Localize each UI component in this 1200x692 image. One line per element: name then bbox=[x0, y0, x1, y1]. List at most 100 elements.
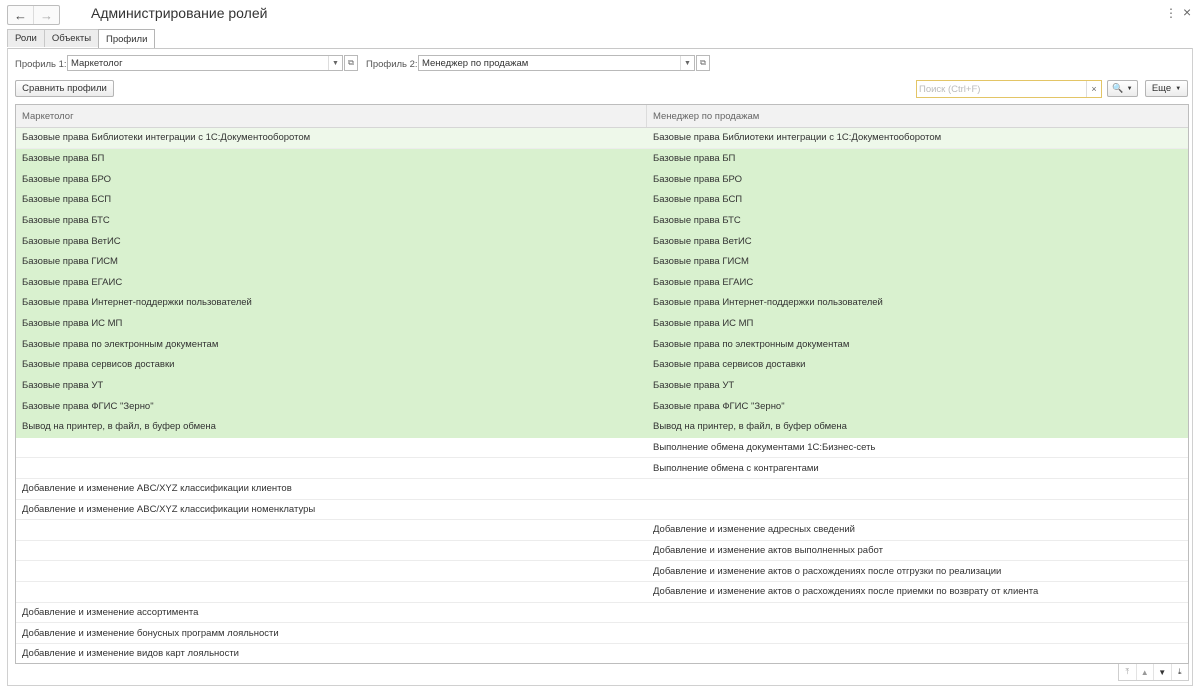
search-button[interactable]: 🔍 ▼ bbox=[1107, 80, 1138, 97]
profile2-label: Профиль 2: bbox=[366, 59, 418, 70]
cell-profile1 bbox=[16, 520, 647, 540]
cell-profile1 bbox=[16, 438, 647, 458]
cell-profile2: Выполнение обмена с контрагентами bbox=[653, 462, 819, 474]
cell-profile1: Добавление и изменение ассортимента bbox=[22, 607, 199, 619]
cell-profile1: Базовые права ГИСМ bbox=[16, 251, 647, 272]
cell-profile1: Добавление и изменение бонусных программ… bbox=[22, 627, 279, 639]
table-row[interactable]: Выполнение обмена с контрагентами bbox=[16, 458, 1188, 479]
open-window-icon[interactable]: ⧉ bbox=[696, 55, 710, 71]
go-last-icon[interactable]: ⤓ bbox=[1170, 664, 1189, 680]
clear-icon[interactable]: × bbox=[1086, 81, 1101, 97]
cell-profile2: Вывод на принтер, в файл, в буфер обмена bbox=[647, 416, 1188, 437]
tab-bar: Роли Объекты Профили bbox=[7, 29, 156, 48]
cell-profile1: Базовые права ВетИС bbox=[16, 231, 647, 251]
search-placeholder: Поиск (Ctrl+F) bbox=[919, 83, 981, 95]
table-row[interactable]: Базовые права сервисов доставки Базовые п… bbox=[16, 355, 1188, 376]
more-vertical-icon[interactable]: ⋮ bbox=[1165, 6, 1177, 20]
table-row[interactable]: Добавление и изменение ABC/XYZ классифик… bbox=[16, 500, 1188, 521]
compare-profiles-button[interactable]: Сравнить профили bbox=[15, 80, 114, 97]
chevron-down-icon[interactable]: ▼ bbox=[680, 56, 694, 70]
profiles-comparison-table: Маркетолог Менеджер по продажам Базовые … bbox=[15, 104, 1189, 664]
table-row[interactable]: Базовые права УТ Базовые права УТ bbox=[16, 375, 1188, 397]
cell-profile1: Базовые права БРО bbox=[16, 169, 647, 189]
go-up-icon[interactable]: ▲ bbox=[1135, 664, 1154, 680]
title-bar: ← → Администрирование ролей ⋮ × bbox=[0, 0, 1200, 28]
cell-profile1: Базовые права по электронным документам bbox=[16, 334, 647, 355]
profile1-select[interactable]: Маркетолог ▼ bbox=[67, 55, 343, 71]
close-icon[interactable]: × bbox=[1183, 4, 1191, 20]
search-input[interactable]: Поиск (Ctrl+F) × bbox=[916, 80, 1102, 98]
table-row[interactable]: Добавление и изменение ассортимента bbox=[16, 603, 1188, 624]
cell-profile2 bbox=[647, 603, 1188, 623]
profile2-select[interactable]: Менеджер по продажам ▼ bbox=[418, 55, 695, 71]
cell-profile2: Базовые права Библиотеки интеграции с 1С… bbox=[647, 128, 1188, 148]
cell-profile2: Базовые права ИС МП bbox=[647, 313, 1188, 334]
table-row[interactable]: Добавление и изменение ABC/XYZ классифик… bbox=[16, 479, 1188, 500]
cell-profile1: Базовые права Библиотеки интеграции с 1С… bbox=[16, 128, 647, 148]
open-window-icon[interactable]: ⧉ bbox=[344, 55, 358, 71]
table-row[interactable]: Базовые права ЕГАИС Базовые права ЕГАИС bbox=[16, 272, 1188, 294]
cell-profile1: Базовые права Интернет-поддержки пользов… bbox=[16, 293, 647, 313]
table-row[interactable]: Базовые права БРО Базовые права БРО bbox=[16, 169, 1188, 190]
cell-profile2 bbox=[647, 500, 1188, 520]
cell-profile2: Базовые права БТС bbox=[647, 210, 1188, 231]
cell-profile2: Базовые права ГИСМ bbox=[647, 251, 1188, 272]
table-row[interactable]: Базовые права ФГИС "Зерно" Базовые права … bbox=[16, 396, 1188, 417]
cell-profile1: Добавление и изменение ABC/XYZ классифик… bbox=[22, 503, 316, 515]
table-row[interactable]: Базовые права ВетИС Базовые права ВетИС bbox=[16, 231, 1188, 252]
table-row[interactable]: Вывод на принтер, в файл, в буфер обмена… bbox=[16, 416, 1188, 438]
cell-profile2: Базовые права ФГИС "Зерно" bbox=[647, 396, 1188, 416]
cell-profile1: Базовые права ИС МП bbox=[16, 313, 647, 334]
forward-arrow-icon[interactable]: → bbox=[33, 6, 59, 24]
table-row[interactable]: Базовые права Интернет-поддержки пользов… bbox=[16, 293, 1188, 314]
list-navigation: ⤒ ▲ ▼ ⤓ bbox=[1118, 664, 1189, 681]
cell-profile2: Базовые права ВетИС bbox=[647, 231, 1188, 251]
table-row[interactable]: Базовые права ИС МП Базовые права ИС МП bbox=[16, 313, 1188, 335]
tab-profiles[interactable]: Профили bbox=[98, 29, 156, 48]
tab-roles[interactable]: Роли bbox=[7, 29, 45, 47]
cell-profile2: Базовые права БП bbox=[647, 148, 1188, 169]
cell-profile2 bbox=[647, 623, 1188, 643]
cell-profile1: Базовые права БТС bbox=[16, 210, 647, 231]
table-row[interactable]: Добавление и изменение видов карт лояльн… bbox=[16, 644, 1188, 663]
cell-profile1: Базовые права сервисов доставки bbox=[16, 355, 647, 375]
table-row[interactable]: Базовые права БТС Базовые права БТС bbox=[16, 210, 1188, 232]
cell-profile1: Базовые права УТ bbox=[16, 375, 647, 396]
table-row[interactable]: Добавление и изменение актов выполненных… bbox=[16, 541, 1188, 562]
table-row[interactable]: Базовые права Библиотеки интеграции с 1С… bbox=[16, 128, 1188, 149]
cell-profile2: Добавление и изменение актов о расхожден… bbox=[653, 565, 1002, 577]
history-nav: ← → bbox=[7, 5, 60, 25]
table-row[interactable]: Добавление и изменение актов о расхожден… bbox=[16, 582, 1188, 603]
chevron-down-icon: ▼ bbox=[1126, 85, 1133, 92]
table-row[interactable]: Выполнение обмена документами 1С:Бизнес-… bbox=[16, 438, 1188, 459]
table-header: Маркетолог Менеджер по продажам bbox=[16, 105, 1188, 128]
go-first-icon[interactable]: ⤒ bbox=[1119, 664, 1136, 680]
cell-profile2: Базовые права ЕГАИС bbox=[647, 272, 1188, 293]
cell-profile2 bbox=[647, 479, 1188, 499]
back-arrow-icon[interactable]: ← bbox=[8, 6, 33, 24]
cell-profile2: Базовые права сервисов доставки bbox=[647, 355, 1188, 375]
table-row[interactable]: Базовые права по электронным документам Б… bbox=[16, 334, 1188, 356]
cell-profile2: Выполнение обмена документами 1С:Бизнес-… bbox=[653, 441, 876, 453]
profile1-label: Профиль 1: bbox=[15, 59, 67, 70]
table-row[interactable]: Добавление и изменение адресных сведений bbox=[16, 520, 1188, 541]
chevron-down-icon[interactable]: ▼ bbox=[328, 56, 342, 70]
cell-profile2: Добавление и изменение адресных сведений bbox=[653, 524, 855, 536]
cell-profile1 bbox=[16, 582, 647, 602]
page-title: Администрирование ролей bbox=[91, 5, 268, 21]
table-row[interactable]: Добавление и изменение бонусных программ… bbox=[16, 623, 1188, 645]
cell-profile1 bbox=[16, 458, 647, 478]
table-row[interactable]: Базовые права БП Базовые права БП bbox=[16, 148, 1188, 170]
tab-objects[interactable]: Объекты bbox=[43, 29, 100, 47]
table-body: Базовые права Библиотеки интеграции с 1С… bbox=[16, 128, 1188, 663]
cell-profile1: Базовые права ЕГАИС bbox=[16, 272, 647, 293]
table-row[interactable]: Добавление и изменение актов о расхожден… bbox=[16, 561, 1188, 583]
more-button[interactable]: Еще ▼ bbox=[1145, 80, 1188, 97]
cell-profile1: Базовые права БСП bbox=[16, 189, 647, 210]
column-header-profile2[interactable]: Менеджер по продажам bbox=[647, 105, 1188, 127]
table-row[interactable]: Базовые права ГИСМ Базовые права ГИСМ bbox=[16, 251, 1188, 273]
column-header-profile1[interactable]: Маркетолог bbox=[16, 105, 647, 127]
go-down-icon[interactable]: ▼ bbox=[1153, 664, 1171, 680]
search-icon: 🔍 bbox=[1112, 83, 1124, 93]
table-row[interactable]: Базовые права БСП Базовые права БСП bbox=[16, 189, 1188, 211]
